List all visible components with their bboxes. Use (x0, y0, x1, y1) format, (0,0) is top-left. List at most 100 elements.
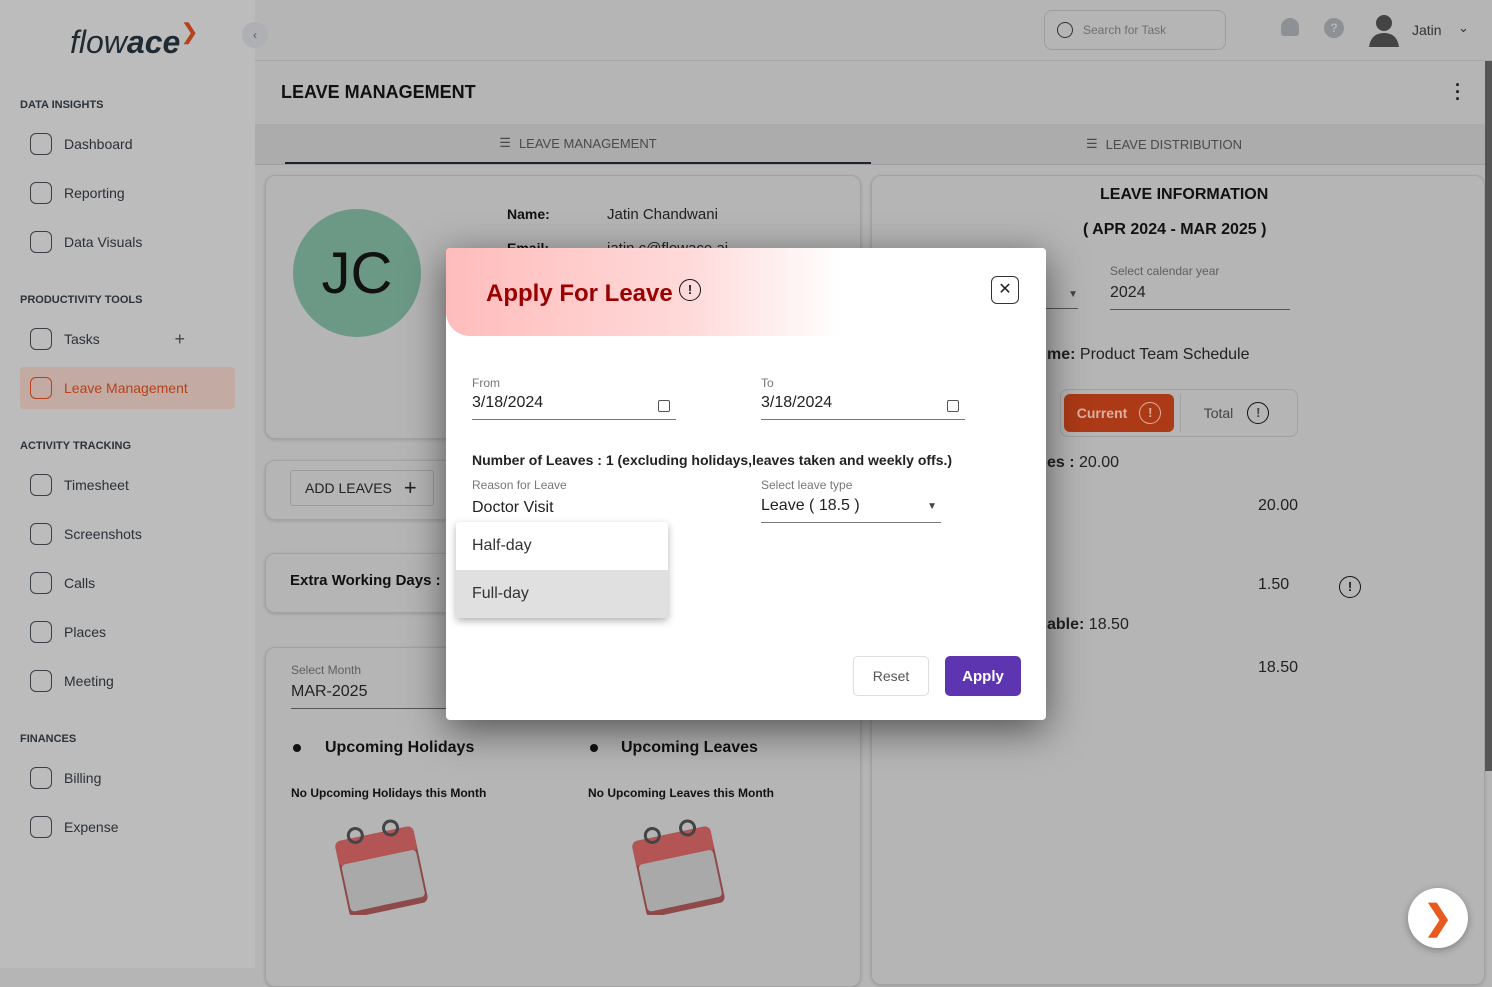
help-icon[interactable]: ? (1324, 18, 1344, 38)
info-icon[interactable]: ! (679, 279, 701, 301)
bullet-icon (293, 744, 301, 752)
calendar-icon[interactable] (947, 400, 959, 412)
sidebar-item-calls[interactable]: Calls (20, 562, 235, 604)
dropdown-arrow-icon: ▼ (927, 501, 937, 512)
name-value: Jatin Chandwani (607, 206, 718, 223)
no-holidays-text: No Upcoming Holidays this Month (291, 786, 487, 800)
reset-button[interactable]: Reset (853, 656, 929, 696)
search-placeholder: Search for Task (1083, 23, 1167, 37)
sidebar-item-label: Tasks (64, 331, 100, 347)
tab-leave-distribution[interactable]: ☰ LEAVE DISTRIBUTION (871, 124, 1457, 164)
sidebar-item-timesheet[interactable]: Timesheet (20, 464, 235, 506)
sidebar-item-label: Places (64, 624, 107, 640)
phone-icon (30, 572, 52, 594)
chevron-down-icon[interactable]: ⌄ (1458, 20, 1469, 36)
search-input[interactable]: Search for Task (1044, 10, 1226, 50)
sidebar-item-billing[interactable]: Billing (20, 757, 235, 799)
select-month-label: Select Month (291, 663, 362, 677)
pie-chart-icon (30, 231, 52, 253)
leave-icon (30, 377, 52, 399)
flowace-logo[interactable]: flowace❯ (70, 19, 199, 61)
sidebar-item-dashboard[interactable]: Dashboard (20, 123, 235, 165)
sidebar-item-reporting[interactable]: Reporting (20, 172, 235, 214)
leave-type-label: Select leave type (761, 478, 853, 492)
available-label: able: (1047, 616, 1085, 633)
leave-period: ( APR 2024 - MAR 2025 ) (1083, 221, 1267, 238)
sidebar-item-tasks[interactable]: Tasks + (20, 318, 235, 360)
sidebar-item-label: Leave Management (64, 380, 188, 396)
sidebar-section-title: DATA INSIGHTS (20, 99, 104, 111)
sidebar-item-label: Timesheet (64, 477, 129, 493)
add-task-plus-icon[interactable]: + (174, 329, 185, 350)
location-icon (30, 621, 52, 643)
leaves-value: 20.00 (1079, 454, 1120, 471)
info-icon[interactable]: ! (1139, 402, 1162, 424)
name-label: Name: (507, 206, 550, 222)
from-date-input[interactable]: 3/18/2024 (472, 394, 676, 420)
more-options-icon[interactable]: · · · (1453, 76, 1463, 108)
leave-value-1: 20.00 (1258, 497, 1299, 514)
user-avatar-icon[interactable] (1368, 13, 1400, 47)
from-label: From (472, 376, 500, 390)
sidebar-item-label: Screenshots (64, 526, 142, 542)
leave-value-2: 1.50 (1258, 576, 1290, 593)
tab-leave-management[interactable]: ☰ LEAVE MANAGEMENT (285, 124, 871, 164)
sidebar-item-places[interactable]: Places (20, 611, 235, 653)
plus-icon: + (403, 475, 417, 500)
info-icon[interactable]: ! (1339, 576, 1361, 598)
sidebar-item-leave-management[interactable]: Leave Management (20, 367, 235, 409)
calendar-illustration-icon (335, 819, 428, 915)
sidebar-item-data-visuals[interactable]: Data Visuals (20, 221, 235, 263)
modal-title: Apply For Leave (486, 280, 673, 307)
upcoming-holidays-title: Upcoming Holidays (325, 739, 475, 756)
option-half-day[interactable]: Half-day (456, 522, 668, 570)
available-value: 18.50 (1088, 616, 1129, 633)
billing-icon (30, 767, 52, 789)
sidebar-item-label: Data Visuals (64, 234, 143, 250)
info-icon[interactable]: ! (1247, 402, 1270, 424)
option-full-day[interactable]: Full-day (456, 570, 668, 618)
sidebar-section-title: ACTIVITY TRACKING (20, 440, 132, 452)
list-icon: ☰ (1086, 136, 1098, 151)
calendar-year-label: Select calendar year (1110, 264, 1220, 278)
to-label: To (761, 376, 774, 390)
apply-button[interactable]: Apply (945, 656, 1021, 696)
close-button[interactable]: ✕ (991, 276, 1019, 304)
sidebar-item-label: Billing (64, 770, 102, 786)
top-bar (255, 0, 1492, 61)
schedule-value: Product Team Schedule (1079, 346, 1250, 363)
to-date-input[interactable]: 3/18/2024 (761, 394, 965, 420)
sidebar-section-title: FINANCES (20, 733, 77, 745)
flowace-chat-button[interactable]: ❯ (1408, 888, 1468, 948)
bullet-icon (590, 744, 598, 752)
reason-label: Reason for Leave (472, 478, 567, 492)
sidebar-section-title: PRODUCTIVITY TOOLS (20, 294, 143, 306)
add-leaves-button[interactable]: ADD LEAVES + (290, 470, 434, 506)
leave-type-select[interactable]: Leave ( 18.5 ) ▼ (761, 497, 941, 523)
report-icon (30, 182, 52, 204)
upcoming-leaves-title: Upcoming Leaves (621, 739, 758, 756)
sidebar-item-expense[interactable]: Expense (20, 806, 235, 848)
user-name[interactable]: Jatin (1412, 22, 1442, 38)
sidebar-item-screenshots[interactable]: Screenshots (20, 513, 235, 555)
select-month-input[interactable]: MAR-2025 (291, 683, 461, 709)
current-toggle-button[interactable]: Current! (1064, 394, 1174, 432)
no-leaves-text: No Upcoming Leaves this Month (588, 786, 775, 800)
meeting-icon (30, 670, 52, 692)
day-type-dropdown: Half-day Full-day (456, 522, 668, 618)
close-icon: ✕ (998, 281, 1012, 298)
apply-leave-modal: Apply For Leave ! ✕ From 3/18/2024 To 3/… (446, 248, 1046, 720)
leaves-label: es : (1047, 454, 1075, 471)
calendar-year-select[interactable]: 2024 (1110, 284, 1290, 310)
schedule-label: me: (1047, 346, 1076, 363)
scrollbar[interactable] (1485, 61, 1492, 771)
calendar-icon[interactable] (658, 400, 670, 412)
total-toggle-button[interactable]: Total! (1180, 394, 1292, 432)
bell-icon[interactable] (1281, 18, 1299, 36)
list-icon: ☰ (499, 135, 511, 150)
sidebar-item-label: Dashboard (64, 136, 133, 152)
sidebar-item-meeting[interactable]: Meeting (20, 660, 235, 702)
wallet-icon (30, 816, 52, 838)
reason-input[interactable]: Doctor Visit (472, 499, 554, 517)
sidebar-item-label: Calls (64, 575, 96, 591)
